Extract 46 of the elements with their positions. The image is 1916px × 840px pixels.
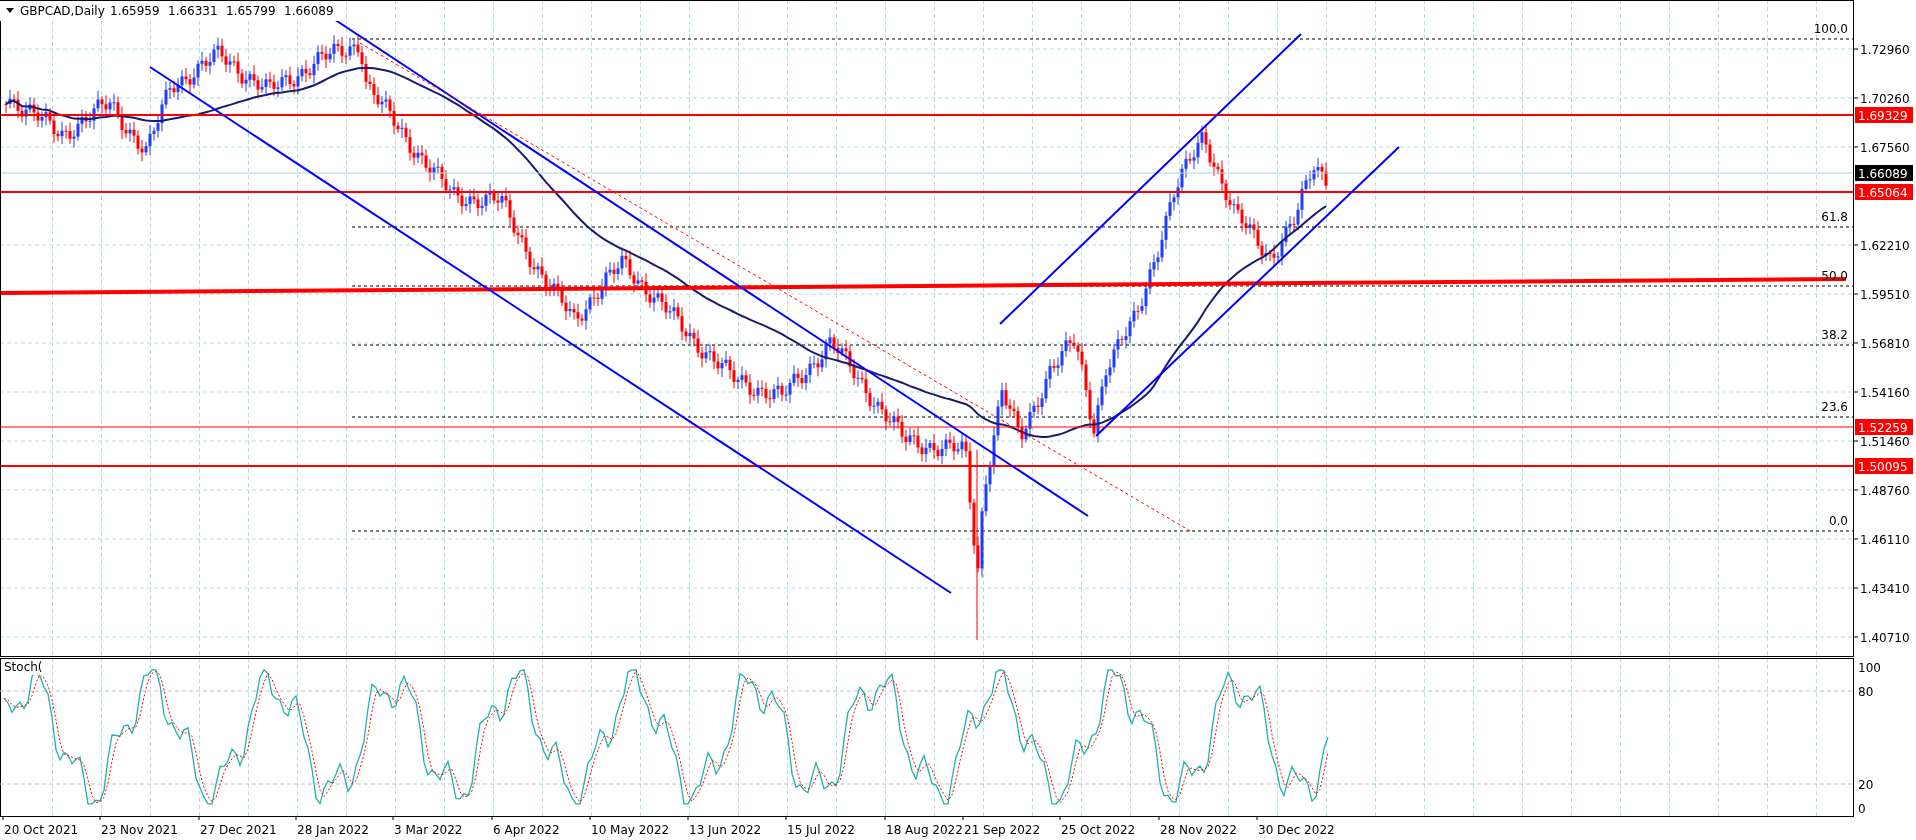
fib-level-label: 23.6	[1821, 400, 1848, 414]
date-axis-label: 13 Jun 2022	[689, 823, 762, 837]
price-tag: 1.66089	[1855, 165, 1913, 181]
date-axis-label: 3 Mar 2022	[394, 823, 463, 837]
price-axis-label: 1.43410	[1860, 582, 1910, 596]
price-tag: 1.65064	[1855, 184, 1913, 200]
price-axis-label: 1.48760	[1860, 484, 1910, 498]
fib-level-label: 100.0	[1813, 22, 1848, 36]
date-axis-label: 18 Aug 2022	[886, 823, 963, 837]
stochastic-axis-label: 100	[1858, 661, 1881, 675]
price-tag: 1.52259	[1855, 419, 1913, 435]
quote-value: 1.66089	[284, 4, 334, 18]
date-axis-label: 6 Apr 2022	[493, 823, 560, 837]
price-tag: 1.50095	[1855, 458, 1913, 474]
price-axis-label: 1.72960	[1860, 43, 1910, 57]
stochastic-axis-label: 20	[1858, 778, 1874, 792]
date-axis-label: 30 Dec 2022	[1258, 823, 1335, 837]
symbol-label: GBPCAD,Daily	[20, 4, 105, 18]
quote-value: 1.66331	[168, 4, 218, 18]
fib-level-label: 0.0	[1828, 514, 1848, 528]
indicator-label: Stoch(	[4, 660, 43, 674]
stochastic-axis-label: 80	[1858, 685, 1874, 699]
price-axis-label: 1.54160	[1860, 386, 1910, 400]
price-axis-label: 1.59510	[1860, 288, 1910, 302]
date-axis-label: 25 Oct 2022	[1061, 823, 1136, 837]
fib-level-label: 38.2	[1821, 328, 1848, 342]
date-axis-label: 27 Dec 2021	[200, 823, 277, 837]
price-axis-label: 1.67560	[1860, 141, 1910, 155]
date-axis-label: 21 Sep 2022	[964, 823, 1041, 837]
price-axis-label: 1.56810	[1860, 337, 1910, 351]
date-axis-label: 28 Nov 2022	[1160, 823, 1237, 837]
price-axis-label: 1.51460	[1860, 435, 1910, 449]
fib-level-label: 61.8	[1821, 210, 1848, 224]
price-axis-label: 1.40710	[1860, 631, 1910, 645]
stochastic-axis-label: 0	[1858, 802, 1866, 816]
price-axis-label: 1.70260	[1860, 92, 1910, 106]
date-axis-label: 23 Nov 2021	[101, 823, 178, 837]
date-axis-label: 28 Jan 2022	[297, 823, 369, 837]
price-tag: 1.69329	[1855, 107, 1913, 123]
date-axis-label: 10 May 2022	[591, 823, 670, 837]
date-axis-label: 15 Jul 2022	[787, 823, 855, 837]
price-axis-label: 1.62210	[1860, 239, 1910, 253]
date-axis-label: 20 Oct 2021	[4, 823, 79, 837]
price-axis-label: 1.46110	[1860, 533, 1910, 547]
quote-value: 1.65959	[110, 4, 160, 18]
quote-value: 1.65799	[226, 4, 276, 18]
